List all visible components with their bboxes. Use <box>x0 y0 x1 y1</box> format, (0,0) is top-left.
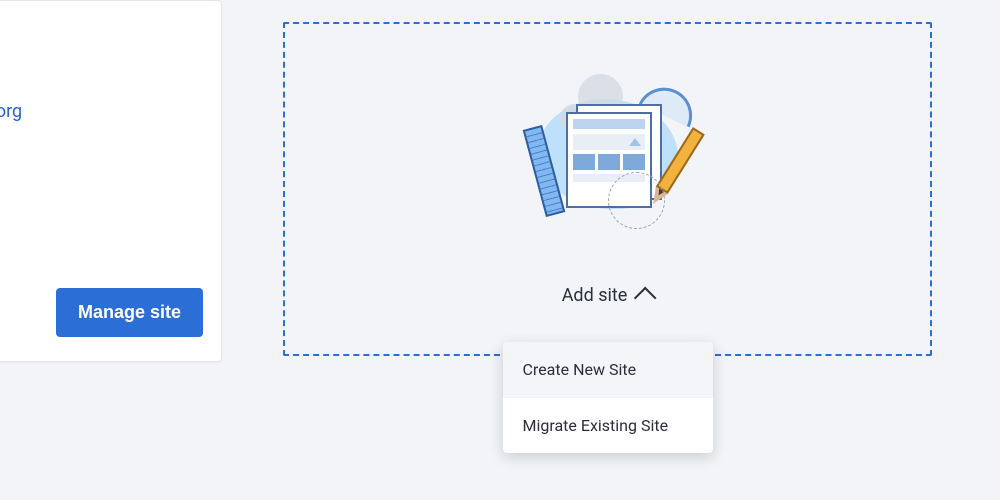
add-site-label: Add site <box>562 285 628 306</box>
website-builder-illustration <box>508 64 708 234</box>
manage-site-button[interactable]: Manage site <box>56 288 203 337</box>
add-site-dropdown: Create New Site Migrate Existing Site <box>503 342 713 453</box>
chevron-up-icon <box>634 287 657 310</box>
site-card: g.org Manage site <box>0 0 222 362</box>
menu-item-migrate-existing-site[interactable]: Migrate Existing Site <box>503 398 713 453</box>
add-site-panel[interactable]: Add site Create New Site Migrate Existin… <box>283 22 932 356</box>
menu-item-create-new-site[interactable]: Create New Site <box>503 342 713 398</box>
site-domain-link[interactable]: g.org <box>0 101 22 122</box>
add-site-trigger[interactable]: Add site <box>562 284 654 306</box>
